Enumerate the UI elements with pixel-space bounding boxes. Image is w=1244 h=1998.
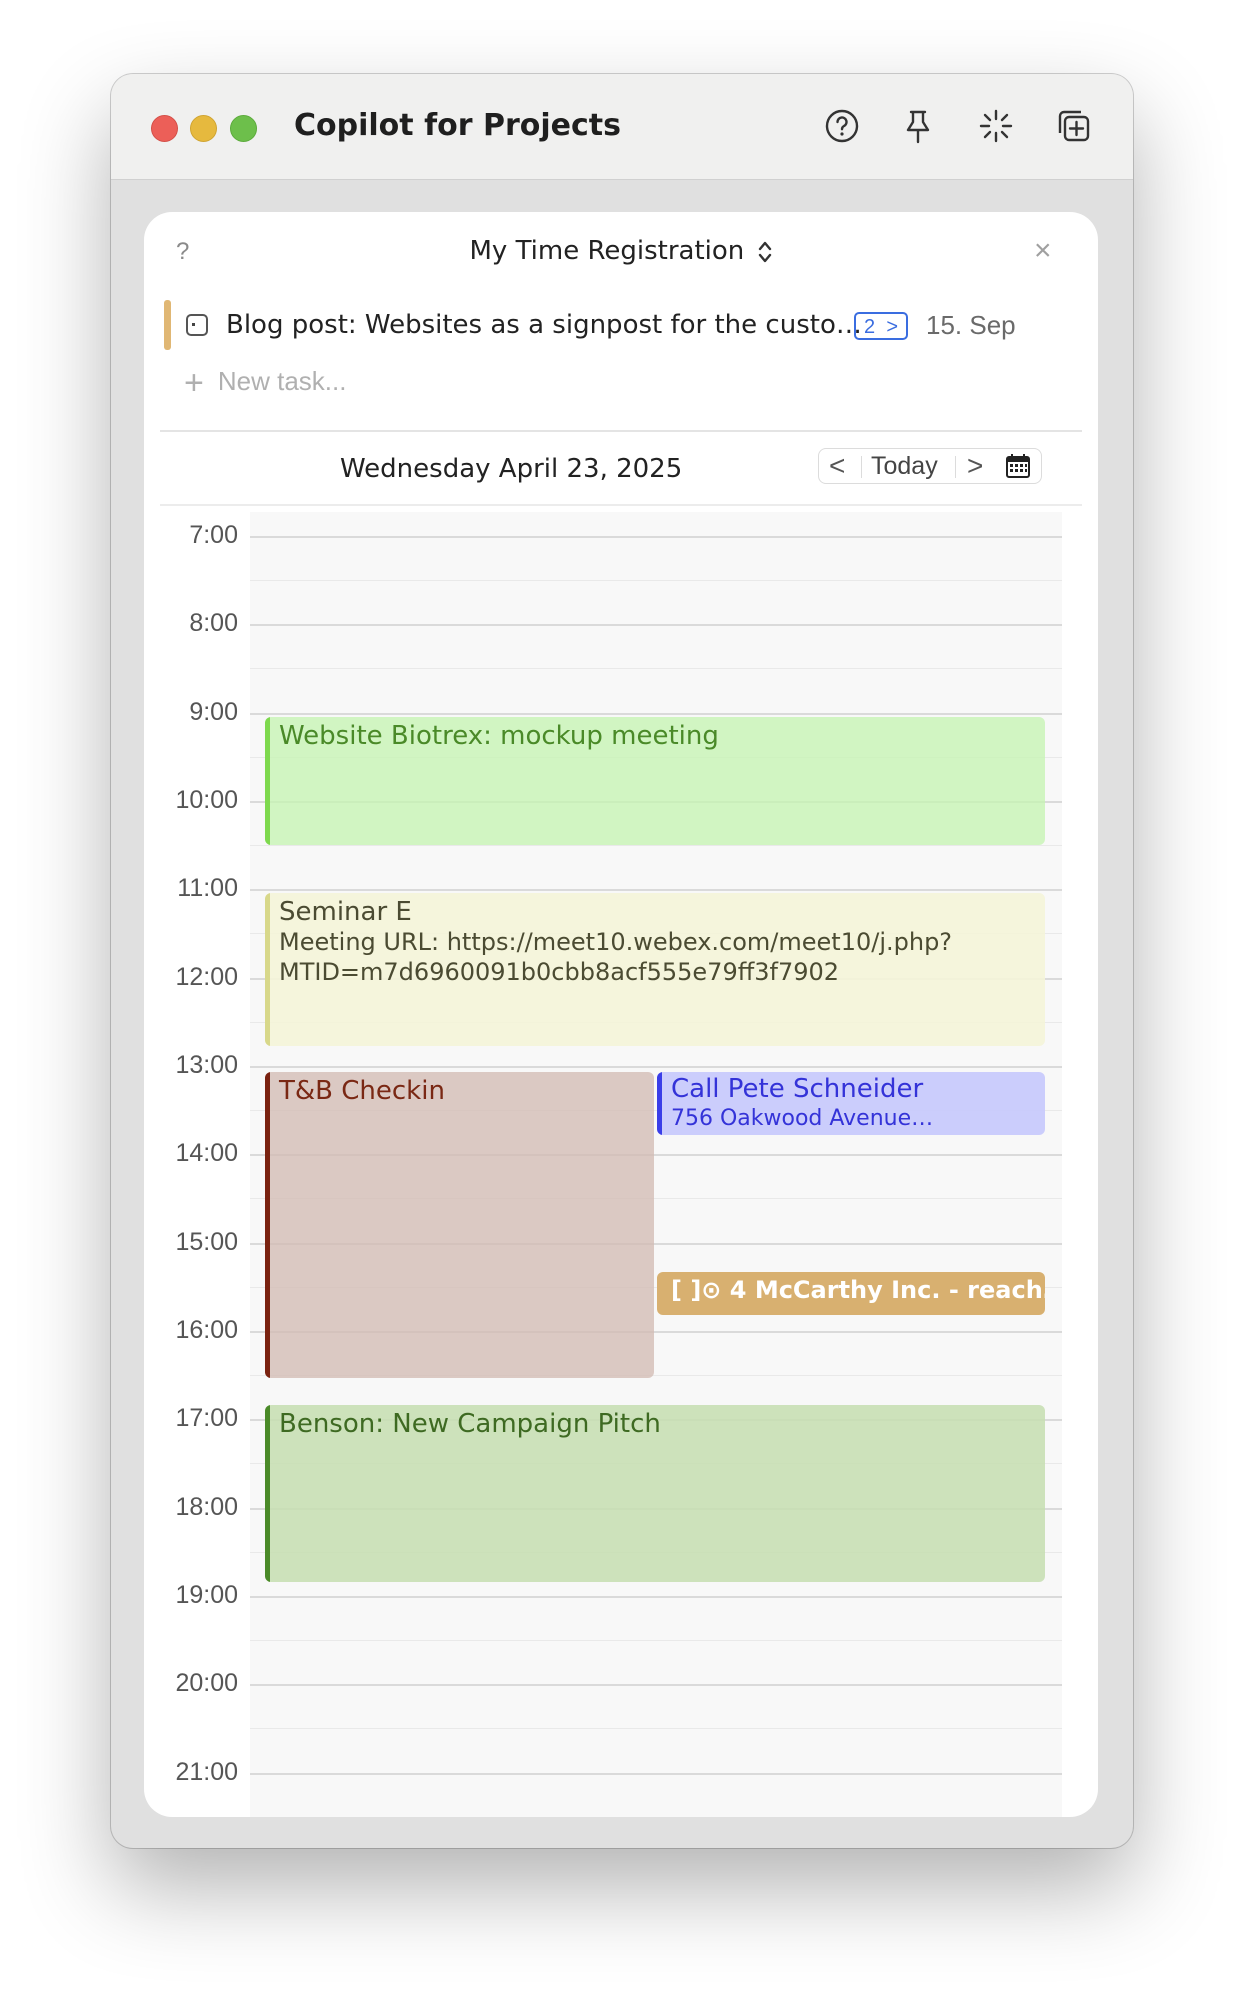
hour-line	[250, 536, 1062, 538]
event-title: Seminar E	[279, 897, 412, 927]
hour-label: 8:00	[189, 609, 238, 637]
hour-label: 12:00	[175, 963, 238, 991]
event-title: T&B Checkin	[279, 1076, 445, 1106]
add-window-icon[interactable]	[1054, 106, 1094, 146]
task-title: Blog post: Websites as a signpost for th…	[226, 310, 862, 340]
event-location: 756 Oakwood Avenue…	[671, 1106, 934, 1131]
sparkle-icon[interactable]	[976, 106, 1016, 146]
task-due-date: 15. Sep	[926, 310, 1016, 340]
hour-label: 14:00	[175, 1139, 238, 1167]
event-url-line-1: Meeting URL: https://meet10.webex.com/me…	[279, 928, 953, 956]
hour-label: 21:00	[175, 1758, 238, 1786]
new-task-placeholder: New task...	[217, 366, 347, 396]
event-title: [ ]⊙ 4 McCarthy Inc. - reach…	[671, 1276, 1045, 1304]
hour-line	[250, 1066, 1062, 1068]
event-mccarthy-task[interactable]: [ ]⊙ 4 McCarthy Inc. - reach…	[657, 1272, 1045, 1315]
hour-line	[250, 624, 1062, 626]
event-tb-checkin[interactable]: T&B Checkin	[265, 1072, 654, 1378]
day-calendar[interactable]: 7:00 8:00 9:00 10:00 11:00 12:00 13:00 1…	[144, 512, 1098, 1817]
time-registration-panel: ? My Time Registration × Blog post: Webs…	[144, 212, 1098, 1817]
new-task-input[interactable]: + New task...	[184, 364, 346, 403]
half-hour-line	[250, 1728, 1062, 1729]
chevron-right-icon: >	[886, 316, 898, 338]
event-call-pete-schneider[interactable]: Call Pete Schneider 756 Oakwood Avenue…	[657, 1072, 1045, 1135]
title-bar: Copilot for Projects	[111, 74, 1133, 180]
task-checkbox[interactable]	[186, 314, 208, 336]
panel-title-selector[interactable]: My Time Registration	[144, 236, 1098, 266]
event-color-stripe	[265, 1072, 270, 1378]
nav-separator	[861, 456, 862, 478]
hour-label: 13:00	[175, 1051, 238, 1079]
zoom-window-button[interactable]	[230, 115, 257, 142]
event-color-stripe	[657, 1072, 662, 1135]
event-url-line-2: MTID=m7d6960091b0cbb8acf555e79ff3f7902	[279, 958, 840, 986]
panel-close-button[interactable]: ×	[1034, 234, 1052, 268]
nav-separator	[955, 456, 956, 478]
half-hour-line	[250, 845, 1062, 846]
hour-label: 11:00	[177, 874, 238, 902]
event-seminar-e[interactable]: Seminar E Meeting URL: https://meet10.we…	[265, 893, 1045, 1046]
event-color-stripe	[265, 717, 270, 845]
previous-day-button[interactable]: <	[829, 451, 845, 481]
event-color-stripe	[265, 1405, 270, 1582]
current-date-label: Wednesday April 23, 2025	[340, 454, 683, 484]
today-button[interactable]: Today	[871, 452, 938, 481]
event-title: Benson: New Campaign Pitch	[279, 1409, 661, 1439]
hour-label: 20:00	[175, 1669, 238, 1697]
minimize-window-button[interactable]	[190, 115, 217, 142]
hour-label: 7:00	[189, 521, 238, 549]
event-biotrex-mockup-meeting[interactable]: Website Biotrex: mockup meeting	[265, 717, 1045, 845]
calendar-top-border	[160, 504, 1082, 506]
event-benson-campaign-pitch[interactable]: Benson: New Campaign Pitch	[265, 1405, 1045, 1582]
app-window: Copilot for Projects ? My Time Registrat…	[111, 74, 1133, 1848]
divider	[160, 430, 1082, 432]
subtask-count: 2	[864, 316, 876, 338]
hour-line	[250, 1596, 1062, 1598]
hour-line	[250, 889, 1062, 891]
event-title: Call Pete Schneider	[671, 1074, 924, 1104]
next-day-button[interactable]: >	[967, 451, 983, 481]
hour-label: 16:00	[175, 1316, 238, 1344]
hour-label: 9:00	[189, 698, 238, 726]
hour-label: 10:00	[175, 786, 238, 814]
hour-label: 18:00	[175, 1493, 238, 1521]
hour-line	[250, 1684, 1062, 1686]
pin-icon[interactable]	[898, 106, 938, 146]
plus-icon: +	[184, 364, 204, 402]
app-title: Copilot for Projects	[294, 108, 621, 143]
event-title: Website Biotrex: mockup meeting	[279, 721, 719, 751]
hour-line	[250, 1773, 1062, 1775]
hour-line	[250, 713, 1062, 715]
half-hour-line	[250, 580, 1062, 581]
date-navigation: < Today >	[818, 448, 1042, 484]
chevron-up-down-icon	[758, 241, 771, 262]
event-color-stripe	[265, 893, 270, 1046]
hour-label: 15:00	[175, 1228, 238, 1256]
close-window-button[interactable]	[151, 115, 178, 142]
task-color-bar	[164, 300, 171, 350]
hour-label: 17:00	[175, 1404, 238, 1432]
hour-label: 19:00	[175, 1581, 238, 1609]
subtask-count-badge[interactable]: 2 >	[854, 312, 908, 340]
task-row[interactable]: Blog post: Websites as a signpost for th…	[164, 300, 1084, 352]
help-circle-icon[interactable]	[822, 106, 862, 146]
panel-title: My Time Registration	[469, 236, 745, 266]
calendar-icon[interactable]	[1005, 453, 1031, 479]
half-hour-line	[250, 668, 1062, 669]
half-hour-line	[250, 1640, 1062, 1641]
event-meeting-url: Meeting URL: https://meet10.webex.com/me…	[279, 927, 952, 987]
